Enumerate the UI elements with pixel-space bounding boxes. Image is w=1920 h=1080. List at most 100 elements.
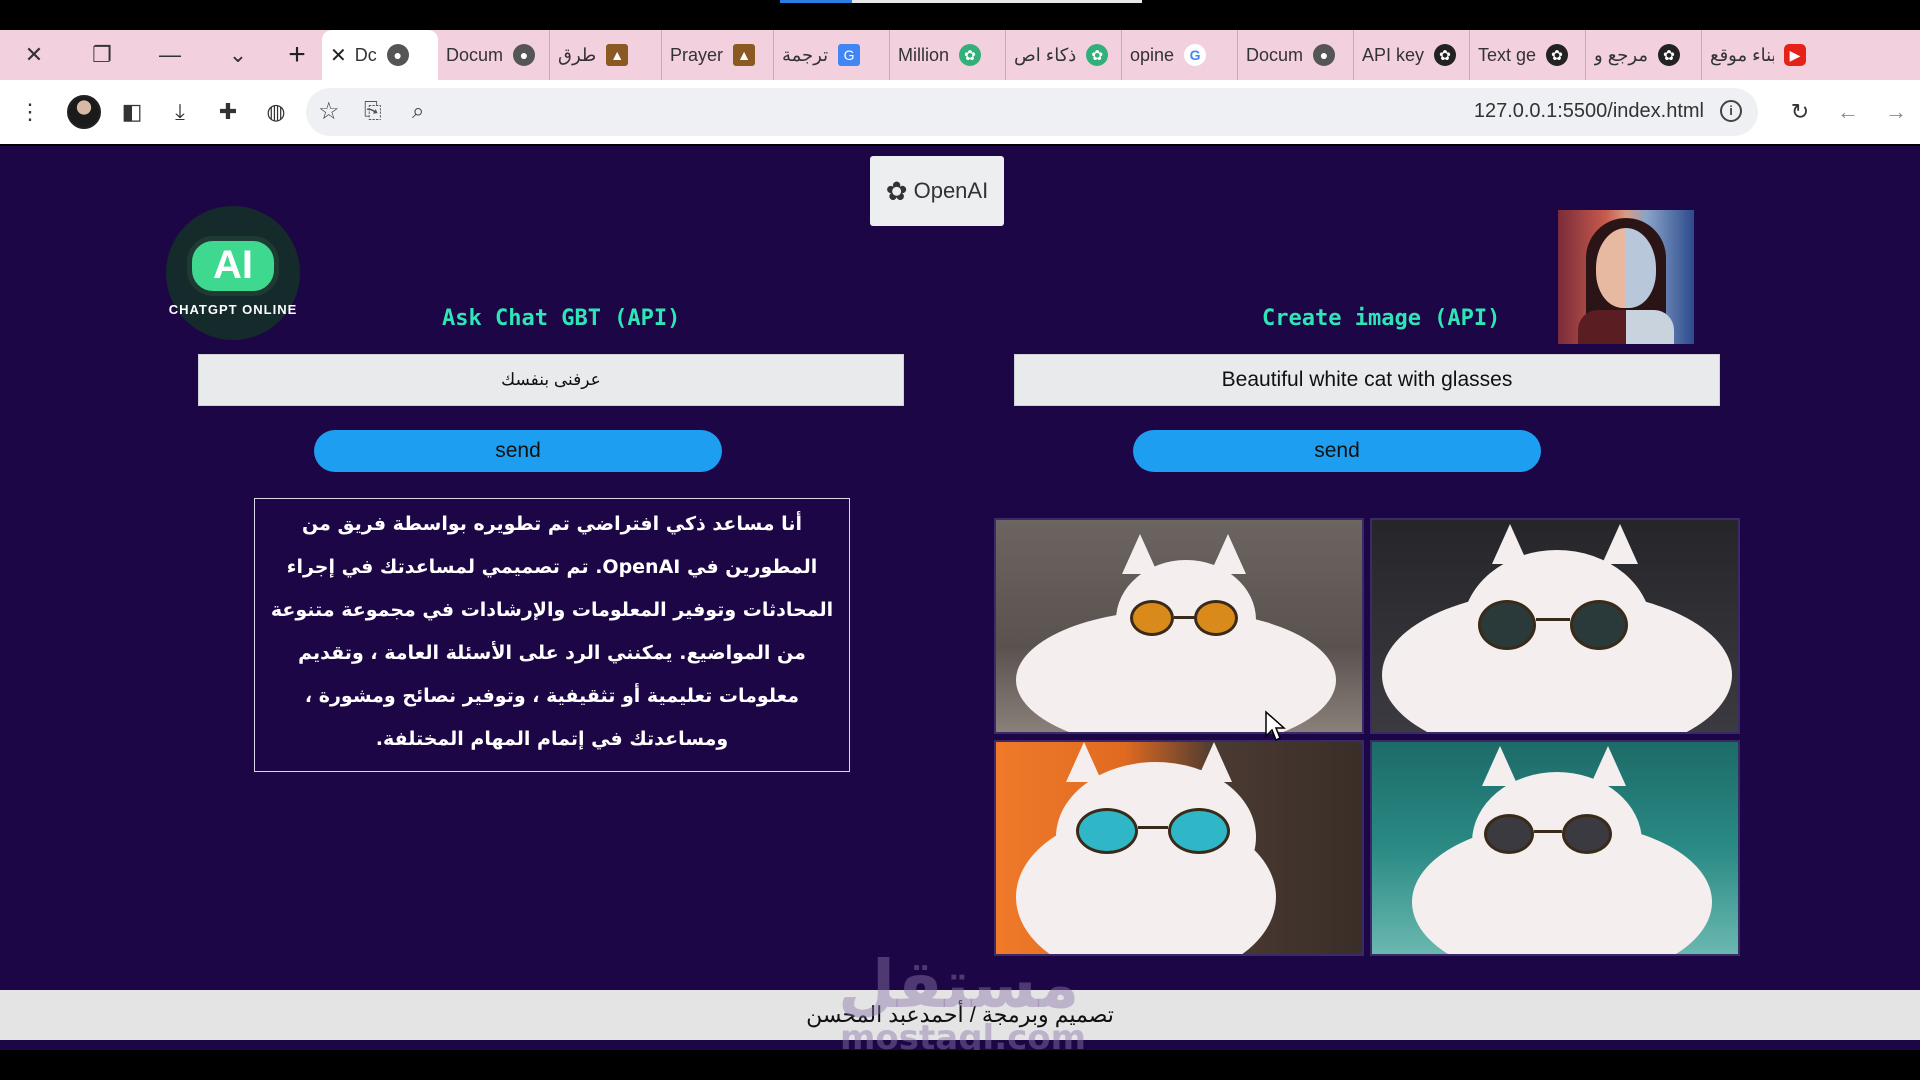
bookmark-star-icon[interactable]: ☆ (318, 97, 340, 126)
chatgpt-online-logo: AI CHATGPT ONLINE (166, 206, 300, 340)
ai-logo-text: AI (213, 243, 253, 287)
progress-track (852, 0, 1142, 3)
tab-label: Prayer (670, 44, 724, 65)
globe-icon: ● (1313, 44, 1336, 66)
glasses-bridge (1174, 616, 1196, 619)
menu-kebab-icon[interactable]: ⋮ (0, 88, 60, 136)
tab-label: Docum (446, 44, 504, 65)
zoom-icon[interactable]: ⌕ (412, 98, 424, 124)
tab-label: Dc (354, 44, 377, 65)
profile-avatar[interactable] (60, 88, 108, 136)
tab-prayer[interactable]: Prayer ▲ (662, 30, 774, 80)
window-restore-icon[interactable]: ❐ (68, 30, 136, 80)
window-minimize-icon[interactable]: — (136, 30, 204, 80)
top-strip (0, 0, 1920, 30)
chat-section-title: Ask Chat GBT (API) (442, 306, 681, 331)
openai-badge: ✿ OpenAI (870, 156, 1004, 226)
generated-cat-image-1[interactable] (994, 518, 1364, 734)
back-icon[interactable]: ← (1824, 88, 1872, 136)
cat-ear (1066, 742, 1102, 782)
mostaql-watermark-url: mostaql.com (840, 1018, 1087, 1050)
tab-docum-2[interactable]: Docum ● (438, 30, 550, 80)
sunglass-lens (1484, 814, 1534, 854)
tab-opine[interactable]: opine G (1122, 30, 1238, 80)
image-section-title: Create image (API) (1262, 306, 1501, 331)
tab-label: ذكاء اص (1014, 44, 1077, 65)
tab-text-ge[interactable]: Text ge ✿ (1470, 30, 1586, 80)
page-content: ✿ OpenAI AI CHATGPT ONLINE Ask Chat GBT … (0, 146, 1920, 1050)
extensions-icon[interactable]: ✚ (204, 88, 252, 136)
forward-icon[interactable]: → (1872, 88, 1920, 136)
sunglass-lens (1130, 600, 1174, 636)
tab-label: Million (898, 44, 950, 65)
image-prompt-input[interactable]: Beautiful white cat with glasses (1014, 354, 1720, 406)
avatar (67, 95, 101, 129)
glasses-bridge (1536, 618, 1570, 621)
tab-active[interactable]: ✕ Dc ● (322, 30, 438, 80)
cat-ear (1122, 534, 1158, 574)
google-icon: G (1184, 44, 1207, 66)
portrait-body (1578, 310, 1674, 344)
browser-toolbar: ⋮ ◧ ⤓ ✚ ◍ ☆ ⎘ ⌕ 127.0.0.1:5500/index.htm… (0, 80, 1920, 144)
mosque-icon: ▲ (733, 44, 756, 66)
cat-ear (1196, 742, 1232, 782)
chat-send-button[interactable]: send (314, 430, 722, 472)
openai-icon: ✿ (1434, 44, 1457, 66)
url-text[interactable]: 127.0.0.1:5500/index.html (1474, 100, 1704, 123)
image-results-grid (994, 518, 1742, 962)
tab-dhakaa[interactable]: ذكاء اص ✿ (1006, 30, 1122, 80)
sunglass-lens (1076, 808, 1138, 854)
tab-tarjama[interactable]: ترجمة G (774, 30, 890, 80)
tab-marjaa[interactable]: مرجع و ✿ (1586, 30, 1702, 80)
tab-label: طرق (558, 44, 597, 65)
bottom-strip (0, 1050, 1920, 1080)
tab-label: بناء موقع (1710, 44, 1774, 65)
reload-icon[interactable]: ↻ (1776, 88, 1824, 136)
openai-badge-text: OpenAI (913, 178, 989, 203)
cat-ear (1590, 746, 1626, 786)
openai-logo-icon: ✿ (885, 175, 908, 206)
progress-indicator (780, 0, 852, 3)
image-send-button[interactable]: send (1133, 430, 1541, 472)
cat-ear (1482, 746, 1518, 786)
download-icon[interactable]: ⤓ (156, 88, 204, 136)
chat-answer-box: أنا مساعد ذكي افتراضي تم تطويره بواسطة ف… (254, 498, 850, 772)
sunglass-lens (1478, 600, 1536, 650)
address-bar[interactable]: ☆ ⎘ ⌕ 127.0.0.1:5500/index.html i (306, 88, 1758, 136)
glasses-bridge (1534, 830, 1562, 833)
sidebar-icon[interactable]: ◧ (108, 88, 156, 136)
sunglass-lens (1168, 808, 1230, 854)
sunglass-lens (1562, 814, 1612, 854)
globe-icon: ● (513, 44, 536, 66)
tab-turuq[interactable]: طرق ▲ (550, 30, 662, 80)
extension-badge-icon[interactable]: ◍ (252, 88, 300, 136)
share-icon[interactable]: ⎘ (364, 98, 382, 124)
new-tab-button[interactable]: + (272, 30, 322, 80)
globe-icon: ● (386, 44, 409, 66)
tab-youtube[interactable]: بناء موقع ▶ (1702, 30, 1814, 80)
cyborg-portrait-image (1558, 210, 1694, 344)
mosque-icon: ▲ (606, 44, 629, 66)
tab-million[interactable]: Million ✿ (890, 30, 1006, 80)
tab-docum-1[interactable]: Docum ● (1238, 30, 1354, 80)
translate-icon: G (838, 44, 861, 66)
site-info-icon[interactable]: i (1720, 100, 1742, 122)
chatgpt-green-icon: ✿ (1086, 44, 1109, 66)
tab-api-key[interactable]: API key ✿ (1354, 30, 1470, 80)
tab-label: API key (1362, 44, 1425, 65)
sunglass-lens (1194, 600, 1238, 636)
generated-cat-image-3[interactable] (994, 740, 1364, 956)
cat-ear (1492, 524, 1528, 564)
generated-cat-image-2[interactable] (1370, 518, 1740, 734)
close-tab-icon[interactable]: ✕ (330, 43, 347, 68)
generated-cat-image-4[interactable] (1370, 740, 1740, 956)
tab-label: Docum (1246, 44, 1304, 65)
tab-bar: ✕ ❐ — ⌄ + ✕ Dc ● Docum ● طرق ▲ Prayer ▲ … (0, 30, 1920, 80)
cat-ear (1602, 524, 1638, 564)
window-close-icon[interactable]: ✕ (0, 30, 68, 80)
chat-prompt-input[interactable]: عرفنى بنفسك (198, 354, 904, 406)
openai-icon: ✿ (1546, 44, 1569, 66)
tab-search-chevron-icon[interactable]: ⌄ (204, 30, 272, 80)
chatgpt-green-icon: ✿ (959, 44, 982, 66)
portrait-face (1596, 228, 1656, 308)
